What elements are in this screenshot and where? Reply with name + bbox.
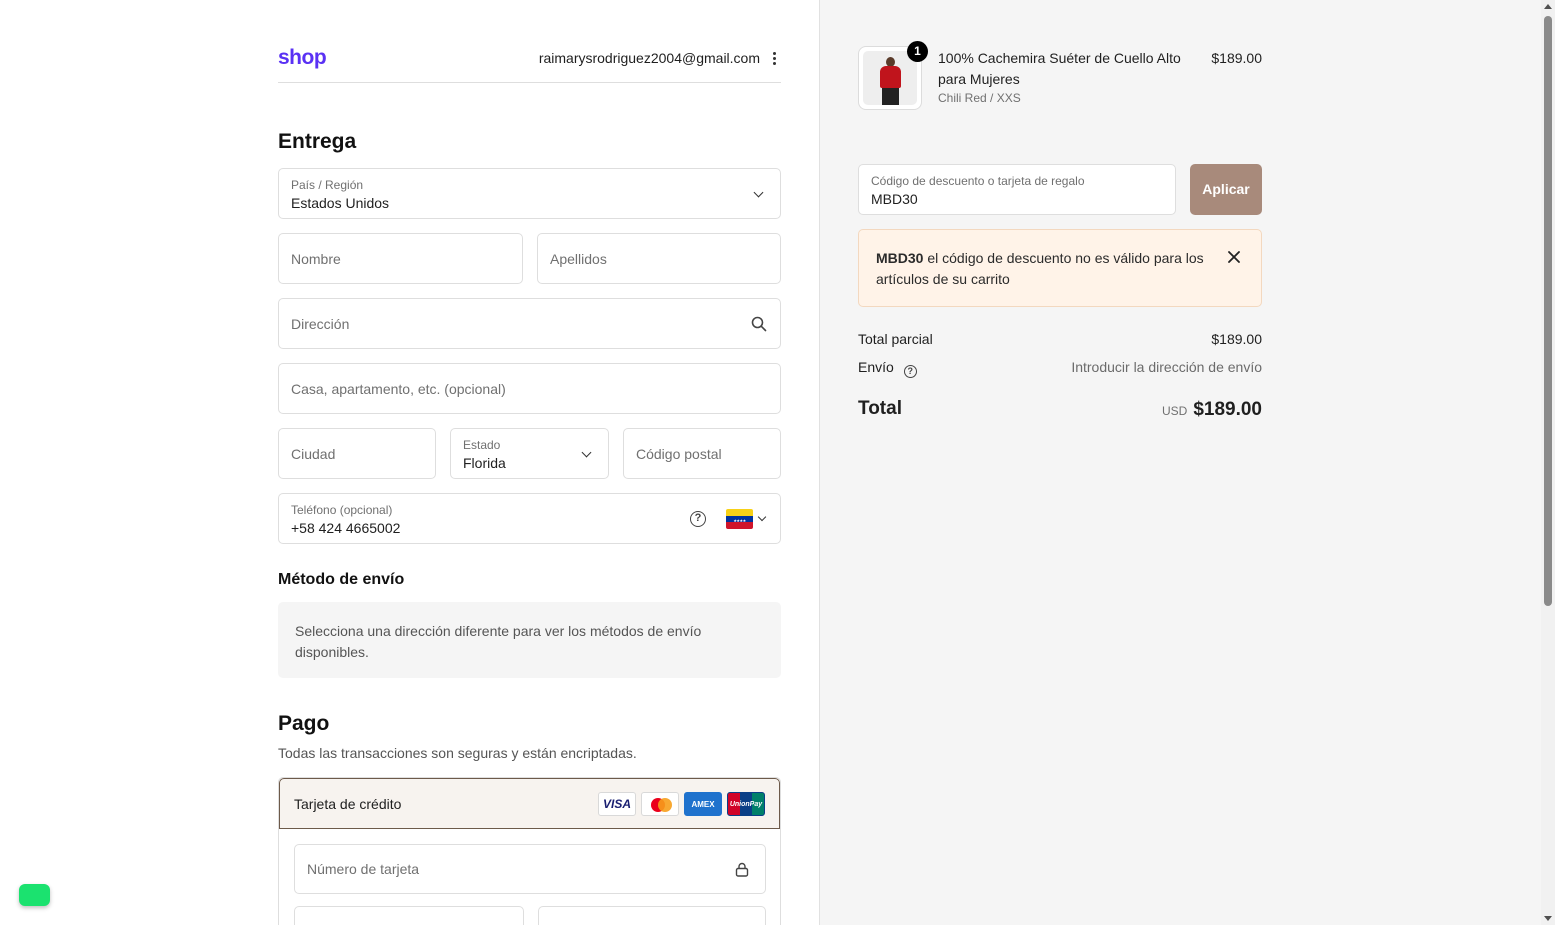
apartment-field[interactable]: Casa, apartamento, etc. (opcional): [278, 363, 781, 414]
search-icon[interactable]: [751, 316, 767, 332]
chevron-down-icon: [753, 187, 764, 198]
checkout-header: shop raimarysrodriguez2004@gmail.com: [278, 40, 781, 83]
state-select[interactable]: Estado Florida: [450, 428, 609, 479]
postal-code-placeholder: Código postal: [636, 445, 722, 462]
visa-icon: VISA: [598, 792, 636, 816]
total-value: $189.00: [1193, 399, 1262, 420]
chevron-down-icon: [581, 447, 592, 458]
product-image: [863, 51, 917, 105]
help-icon[interactable]: ?: [903, 365, 917, 378]
card-brands: VISA AMEX UnionPay: [598, 792, 765, 816]
address-placeholder: Dirección: [291, 315, 350, 332]
expiry-field[interactable]: [294, 906, 524, 925]
delivery-title: Entrega: [278, 130, 357, 153]
subtotal-value: $189.00: [1211, 331, 1262, 347]
card-number-field[interactable]: Número de tarjeta: [294, 844, 766, 894]
shipping-method-message: Selecciona una dirección diferente para …: [295, 623, 702, 660]
credit-card-option[interactable]: Tarjeta de crédito VISA AMEX UnionPay: [279, 778, 780, 829]
scrollbar-thumb[interactable]: [1544, 16, 1552, 606]
order-summary-panel: [819, 0, 1541, 925]
subtotal-row: Total parcial $189.00: [858, 331, 1262, 347]
chat-button[interactable]: [19, 884, 50, 906]
apartment-placeholder: Casa, apartamento, etc. (opcional): [291, 380, 506, 397]
product-title: 100% Cachemira Suéter de Cuello Alto par…: [938, 50, 1181, 87]
lock-icon: [735, 862, 749, 877]
close-icon[interactable]: [1227, 250, 1241, 264]
last-name-field[interactable]: Apellidos: [537, 233, 781, 284]
discount-error-code: MBD30: [876, 250, 924, 266]
phone-value: +58 424 4665002: [291, 520, 401, 536]
first-name-field[interactable]: Nombre: [278, 233, 523, 284]
phone-label: Teléfono (opcional): [291, 503, 393, 517]
shipping-method-notice: Selecciona una dirección diferente para …: [278, 602, 781, 678]
state-label: Estado: [463, 438, 501, 452]
country-select[interactable]: País / Región Estados Unidos: [278, 168, 781, 219]
payment-method-box: Tarjeta de crédito VISA AMEX UnionPay Nú…: [278, 777, 781, 925]
total-amount: USD $189.00: [1162, 399, 1262, 421]
discount-error-message: MBD30 el código de descuento no es válid…: [876, 248, 1216, 290]
help-icon[interactable]: ?: [690, 511, 706, 527]
shipping-value: Introducir la dirección de envío: [1071, 359, 1262, 375]
venezuela-flag-icon[interactable]: ★★★★: [726, 509, 753, 529]
checkout-form-panel: shop raimarysrodriguez2004@gmail.com Ent…: [0, 0, 819, 925]
payment-title: Pago: [278, 712, 330, 735]
discount-error-text: el código de descuento no es válido para…: [876, 250, 1204, 287]
city-field[interactable]: Ciudad: [278, 428, 436, 479]
postal-code-field[interactable]: Código postal: [623, 428, 781, 479]
scrollbar[interactable]: [1541, 0, 1555, 925]
shipping-method-title: Método de envío: [278, 571, 405, 588]
scroll-down-icon[interactable]: [1544, 916, 1552, 921]
total-currency: USD: [1161, 404, 1188, 418]
product-price: $189.00: [1211, 50, 1262, 66]
apply-discount-button[interactable]: Aplicar: [1190, 164, 1262, 215]
subtotal-label: Total parcial: [858, 331, 933, 347]
product-variant: Chili Red / XXS: [938, 91, 1021, 105]
credit-card-label: Tarjeta de crédito: [294, 796, 402, 812]
unionpay-icon: UnionPay: [727, 792, 765, 816]
discount-code-value: MBD30: [871, 191, 918, 207]
quantity-badge: 1: [907, 41, 928, 62]
first-name-placeholder: Nombre: [291, 250, 341, 267]
amex-icon: AMEX: [684, 792, 722, 816]
country-label: País / Región: [291, 178, 364, 192]
state-value: Florida: [463, 455, 506, 471]
chevron-down-icon[interactable]: [757, 512, 767, 522]
total-row: Total USD $189.00: [858, 398, 1262, 420]
payment-description: Todas las transacciones son seguras y es…: [278, 745, 637, 761]
discount-code-field[interactable]: Código de descuento o tarjeta de regalo …: [858, 164, 1176, 215]
last-name-placeholder: Apellidos: [550, 250, 607, 267]
discount-code-label: Código de descuento o tarjeta de regalo: [871, 174, 1085, 188]
country-value: Estados Unidos: [291, 195, 390, 211]
more-options-icon[interactable]: [769, 50, 779, 68]
address-field[interactable]: Dirección: [278, 298, 781, 349]
shipping-row: Envío ? Introducir la dirección de envío: [858, 359, 1262, 378]
city-placeholder: Ciudad: [291, 445, 336, 462]
discount-error-alert: MBD30 el código de descuento no es válid…: [858, 229, 1262, 307]
shop-logo[interactable]: shop: [278, 46, 327, 70]
total-label: Total: [858, 398, 902, 419]
security-code-field[interactable]: [538, 906, 766, 925]
mastercard-icon: [641, 792, 679, 816]
scroll-up-icon[interactable]: [1544, 4, 1552, 9]
phone-field[interactable]: Teléfono (opcional) +58 424 4665002 ? ★★…: [278, 493, 781, 544]
card-number-placeholder: Número de tarjeta: [307, 861, 420, 877]
shipping-label: Envío: [858, 359, 894, 375]
account-email: raimarysrodriguez2004@gmail.com: [538, 50, 760, 66]
